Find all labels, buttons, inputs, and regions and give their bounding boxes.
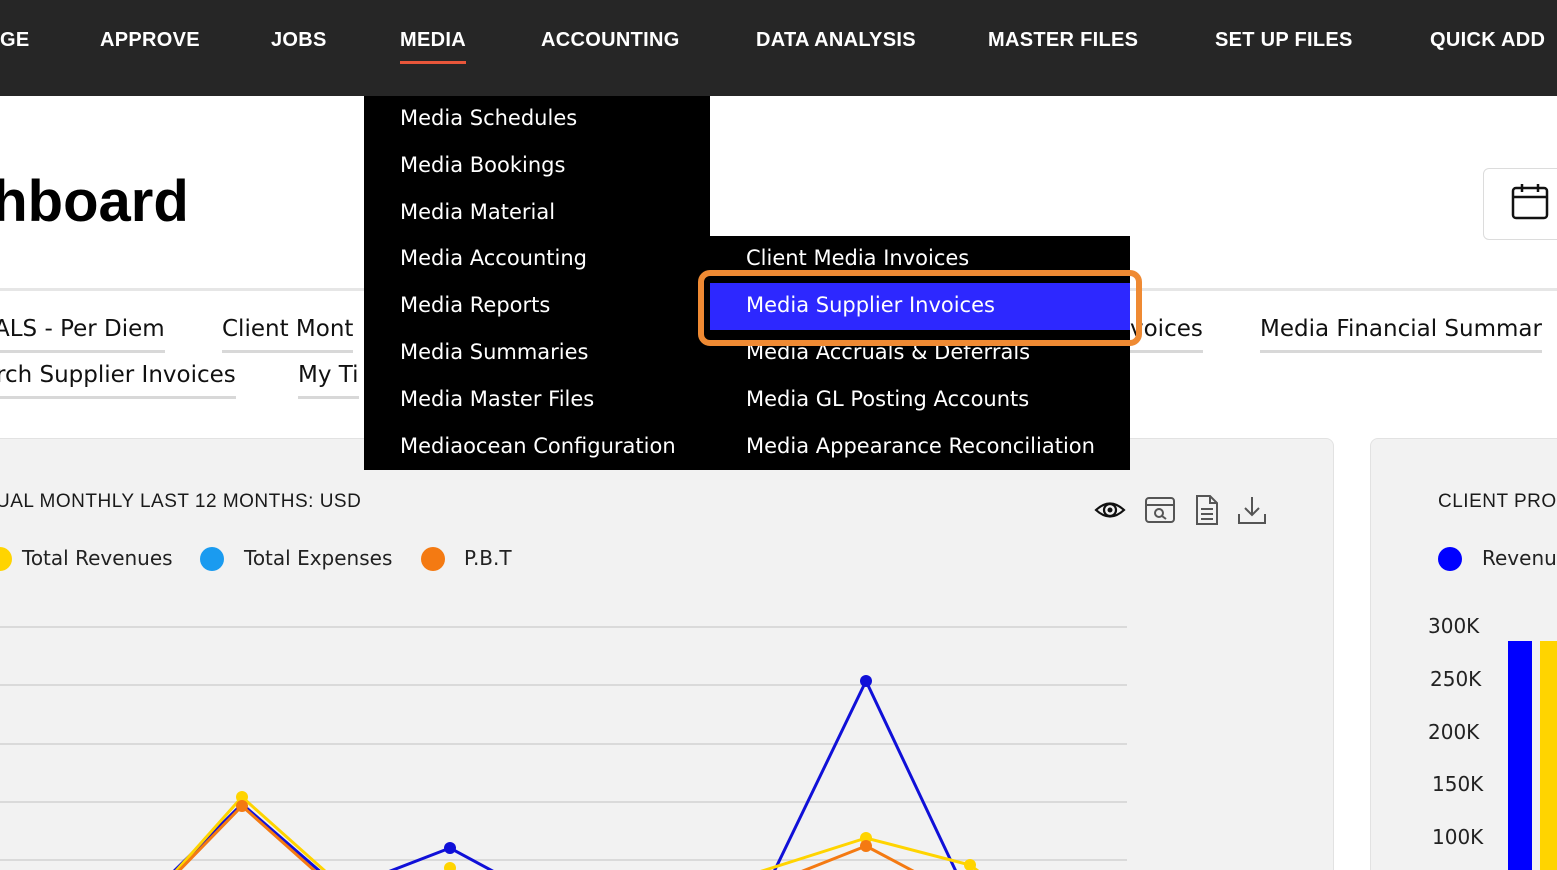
bar-secondary[interactable] <box>1540 641 1557 870</box>
chart-title: UAL MONTHLY LAST 12 MONTHS: USD <box>0 491 362 512</box>
report-tab-client-monthly[interactable]: Client Mont <box>222 316 354 353</box>
nav-item-approve[interactable]: APPROVE <box>100 29 200 52</box>
report-tab-per-diem[interactable]: ALS - Per Diem <box>0 316 165 353</box>
highlight-focus-ring <box>698 270 1142 346</box>
download-icon[interactable] <box>1236 494 1268 526</box>
legend-pbt[interactable]: P.B.T <box>464 546 512 570</box>
chart-gridlines <box>0 626 1127 861</box>
nav-item-ge[interactable]: GE <box>0 29 30 52</box>
report-tab-media-financial-summary[interactable]: Media Financial Summar <box>1260 316 1542 353</box>
menu-item-media-material[interactable]: Media Material <box>400 200 555 224</box>
y-tick-label: 200K <box>1428 720 1480 744</box>
document-icon[interactable] <box>1193 494 1221 526</box>
eye-icon[interactable] <box>1094 496 1126 524</box>
nav-item-set-up-files[interactable]: SET UP FILES <box>1215 29 1353 52</box>
nav-item-master-files[interactable]: MASTER FILES <box>988 29 1138 52</box>
y-tick-label: 300K <box>1428 614 1480 638</box>
bar-revenue[interactable] <box>1508 641 1532 870</box>
nav-item-media[interactable]: MEDIA <box>400 29 466 64</box>
nav-item-accounting[interactable]: ACCOUNTING <box>541 29 680 52</box>
data-point[interactable] <box>444 842 456 854</box>
y-tick-label: 250K <box>1430 667 1482 691</box>
legend-dot-expenses <box>200 547 224 571</box>
data-point[interactable] <box>236 800 248 812</box>
data-point[interactable] <box>860 840 872 852</box>
legend-dot-revenue <box>1438 547 1462 571</box>
submenu-item-media-appearance-reconciliation[interactable]: Media Appearance Reconciliation <box>746 434 1095 458</box>
side-chart-title: CLIENT PRO <box>1438 491 1557 512</box>
legend-dot-pbt <box>421 547 445 571</box>
report-tab-search-supplier-invoices[interactable]: rch Supplier Invoices <box>0 362 236 399</box>
page-title: shboard <box>0 169 189 234</box>
legend-total-expenses[interactable]: Total Expenses <box>244 546 392 570</box>
menu-item-media-summaries[interactable]: Media Summaries <box>400 340 589 364</box>
series-line-total-revenues <box>174 791 980 870</box>
submenu-item-client-media-invoices[interactable]: Client Media Invoices <box>746 246 969 270</box>
y-tick-label: 100K <box>1432 825 1484 849</box>
data-point[interactable] <box>444 862 456 870</box>
top-navigation: GE APPROVE JOBS MEDIA ACCOUNTING DATA AN… <box>0 0 1557 96</box>
menu-item-media-reports[interactable]: Media Reports <box>400 293 550 317</box>
monthly-line-chart <box>0 626 1127 870</box>
series-line-revenue-blue <box>172 675 957 870</box>
nav-item-quick-add[interactable]: QUICK ADD <box>1430 29 1545 52</box>
menu-item-media-schedules[interactable]: Media Schedules <box>400 106 577 130</box>
menu-item-mediaocean-configuration[interactable]: Mediaocean Configuration <box>400 434 676 458</box>
menu-item-media-accounting[interactable]: Media Accounting <box>400 246 587 270</box>
search-window-icon[interactable] <box>1144 494 1176 526</box>
nav-item-jobs[interactable]: JOBS <box>271 29 327 52</box>
menu-item-media-bookings[interactable]: Media Bookings <box>400 153 565 177</box>
submenu-item-media-gl-posting-accounts[interactable]: Media GL Posting Accounts <box>746 387 1029 411</box>
menu-item-media-master-files[interactable]: Media Master Files <box>400 387 594 411</box>
nav-item-data-analysis[interactable]: DATA ANALYSIS <box>756 29 916 52</box>
legend-revenue[interactable]: Revenu <box>1482 546 1557 570</box>
calendar-icon <box>1511 184 1549 220</box>
date-picker-button[interactable] <box>1483 168 1557 240</box>
report-tab-my-timesheet[interactable]: My Ti <box>298 362 359 399</box>
data-point[interactable] <box>860 675 872 687</box>
legend-total-revenues[interactable]: Total Revenues <box>22 546 173 570</box>
y-tick-label: 150K <box>1432 772 1484 796</box>
